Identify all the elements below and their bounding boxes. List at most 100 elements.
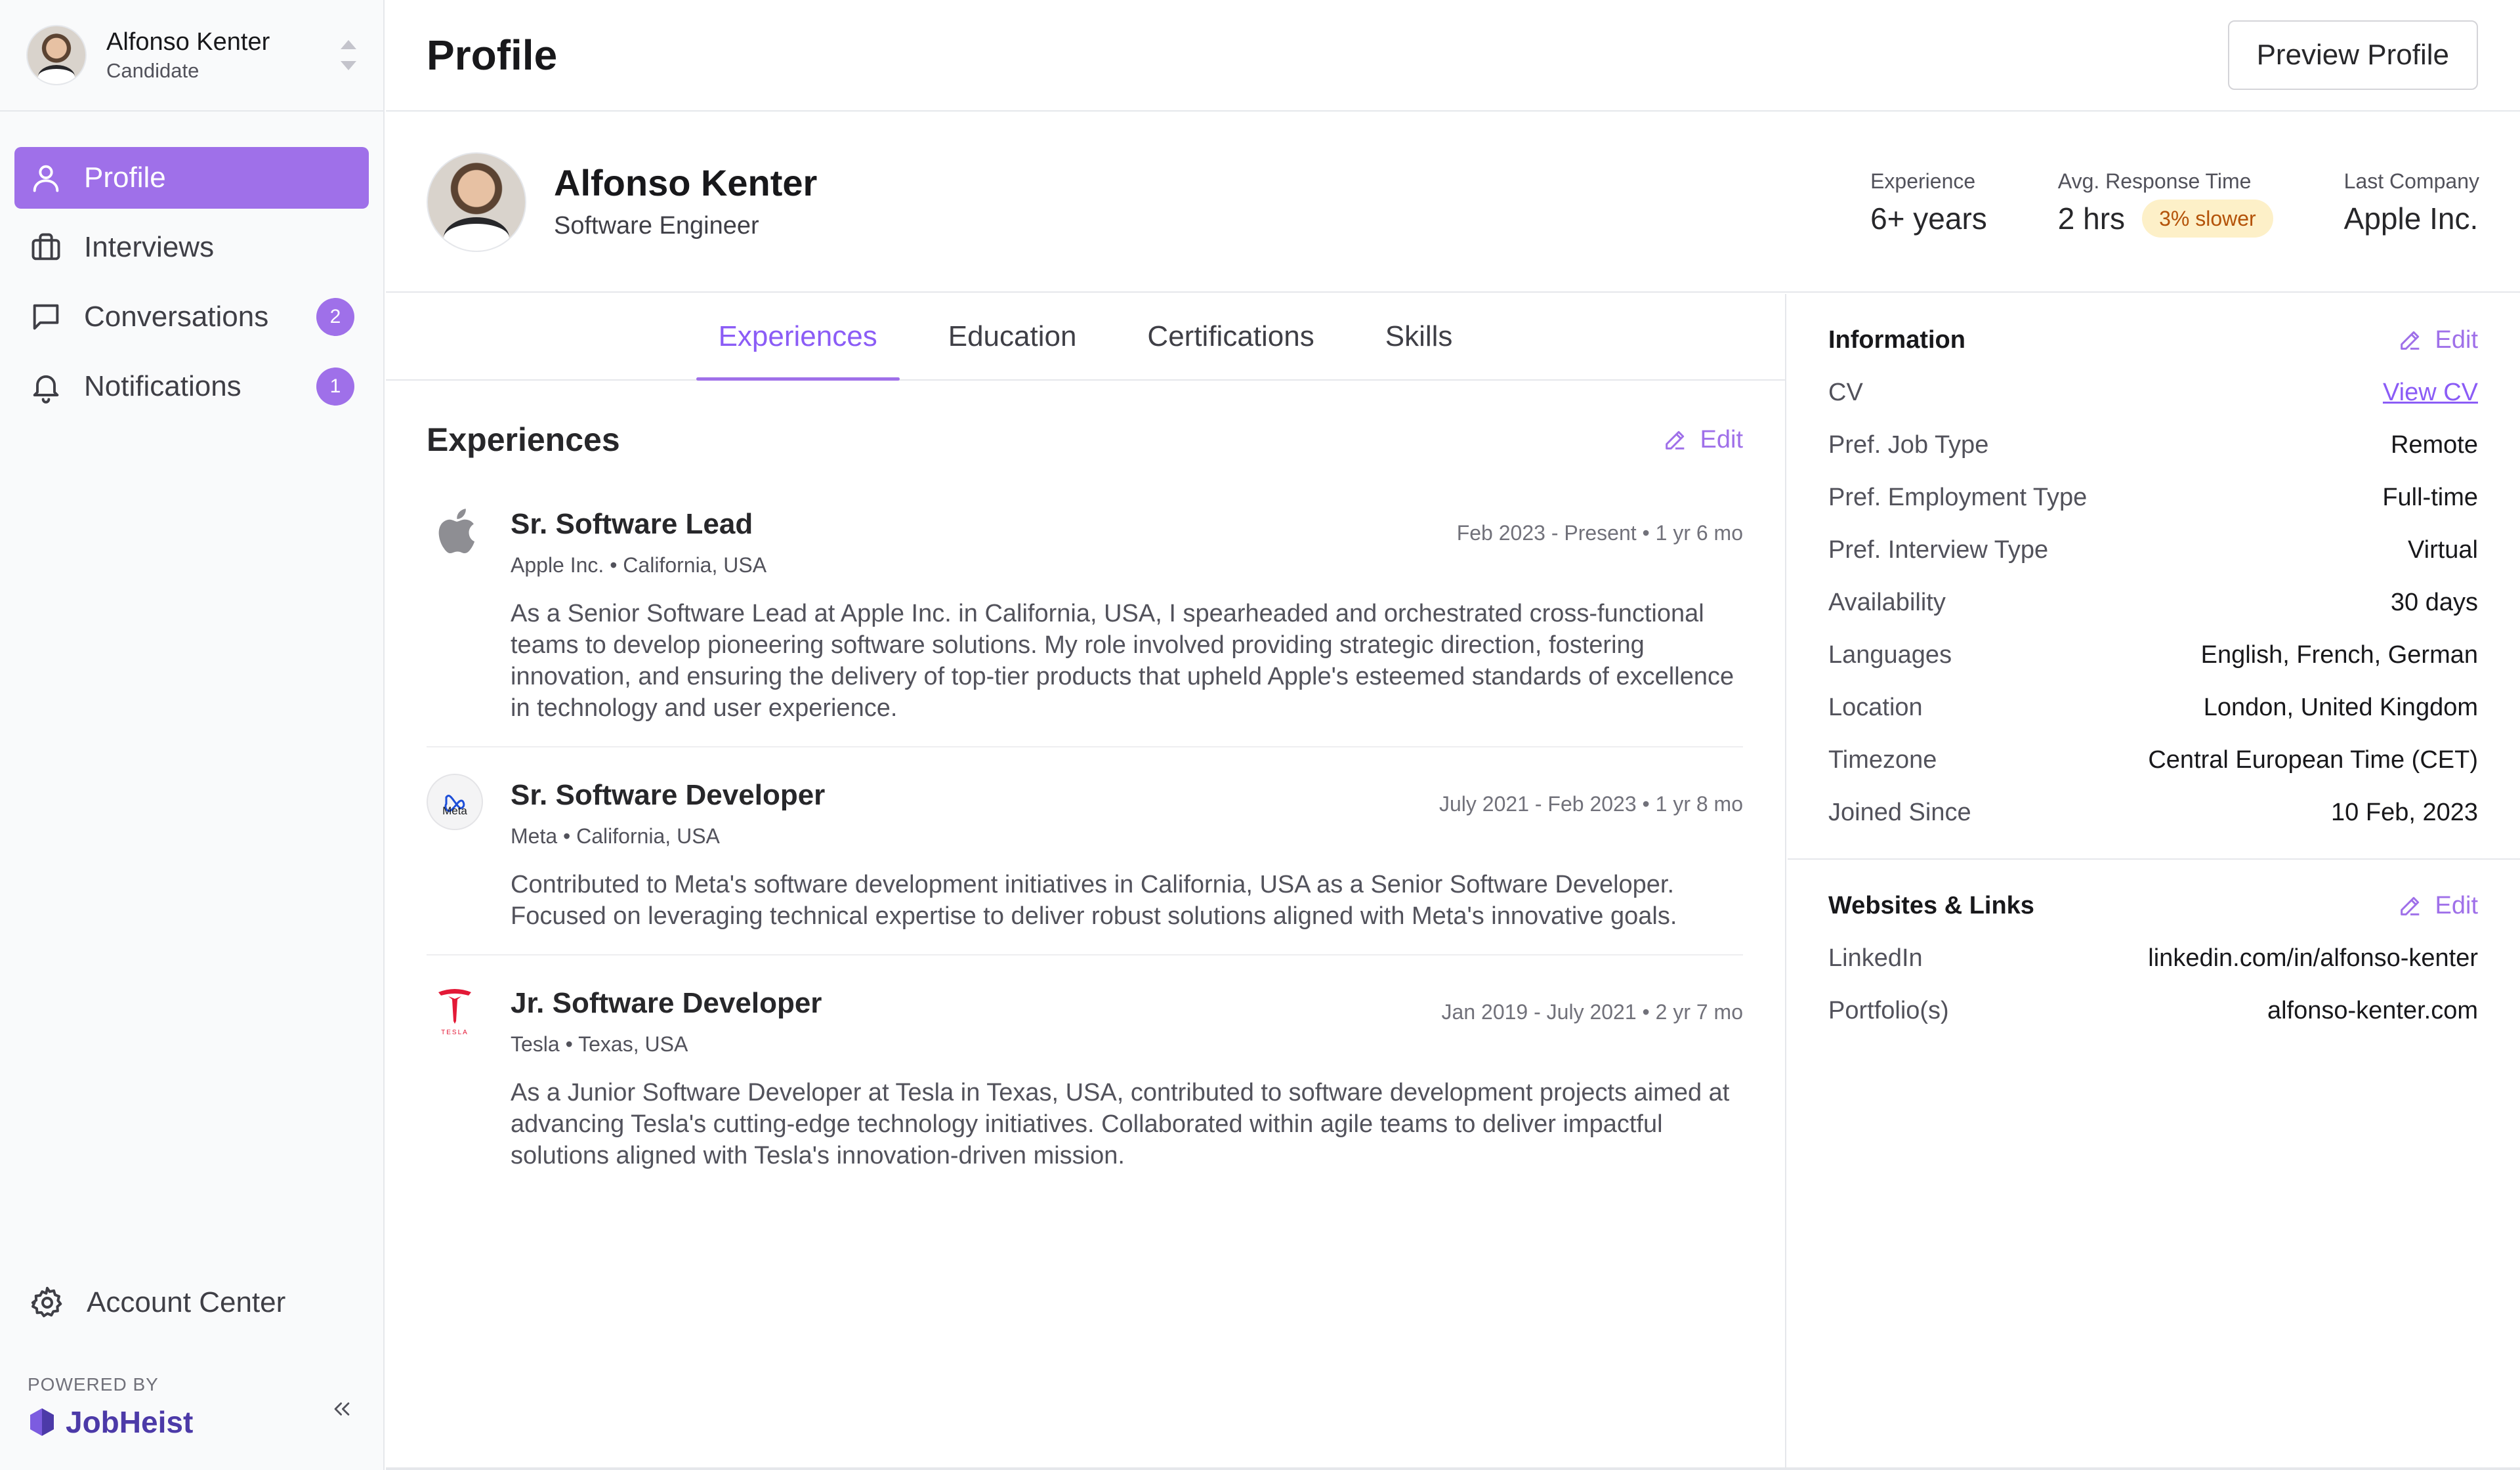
info-row-job-type: Pref. Job Type Remote bbox=[1828, 419, 2478, 471]
edit-label: Edit bbox=[2435, 891, 2478, 919]
info-row-joined: Joined Since 10 Feb, 2023 bbox=[1828, 786, 2478, 839]
experience-description: As a Senior Software Lead at Apple Inc. … bbox=[511, 600, 1734, 722]
bell-icon bbox=[33, 375, 59, 404]
apple-logo-icon bbox=[427, 503, 483, 559]
info-row-portfolio: Portfolio(s) alfonso-kenter.com bbox=[1828, 984, 2478, 1037]
info-value: English, French, German bbox=[2200, 640, 2478, 669]
sidebar-item-notifications[interactable]: Notifications 1 bbox=[14, 356, 369, 417]
experience-role: Sr. Software Lead bbox=[511, 507, 753, 540]
edit-label: Edit bbox=[2435, 326, 2478, 354]
info-key: LinkedIn bbox=[1828, 944, 1923, 972]
profile-header: Alfonso Kenter Software Engineer Experie… bbox=[386, 113, 2520, 293]
avatar bbox=[26, 25, 87, 85]
experience-company: Tesla • Texas, USA bbox=[511, 1032, 688, 1056]
chevron-up-down-icon[interactable] bbox=[340, 40, 357, 70]
info-value: 30 days bbox=[2390, 588, 2478, 616]
stat-last-company: Last Company Apple Inc. bbox=[2344, 165, 2479, 240]
stat-value-text: Apple Inc. bbox=[2343, 201, 2479, 236]
tesla-logo-text: TESLA bbox=[441, 1029, 469, 1036]
edit-information-button[interactable]: Edit bbox=[2397, 326, 2478, 354]
sidebar-item-conversations[interactable]: Conversations 2 bbox=[14, 286, 369, 348]
meta-logo-text: Meta bbox=[442, 805, 467, 817]
info-value: Virtual bbox=[2407, 536, 2478, 564]
tab-experiences[interactable]: Experiences bbox=[696, 294, 900, 381]
page-title: Profile bbox=[427, 32, 558, 79]
page-header: Profile Preview Profile bbox=[386, 0, 2520, 112]
sidebar-item-account-center[interactable]: Account Center bbox=[14, 1272, 369, 1334]
sidebar-item-interviews[interactable]: Interviews bbox=[14, 217, 369, 278]
list-item: Sr. Software Lead Feb 2023 - Present • 1… bbox=[427, 499, 1743, 747]
tab-education[interactable]: Education bbox=[926, 294, 1099, 379]
info-key: Portfolio(s) bbox=[1828, 996, 1949, 1024]
information-section: Information Edit CV View CV Pref. Job Ty… bbox=[1788, 294, 2520, 860]
linkedin-link[interactable]: linkedin.com/in/alfonso-kenter bbox=[2148, 944, 2478, 973]
info-row-interview-type: Pref. Interview Type Virtual bbox=[1828, 524, 2478, 576]
user-switcher[interactable]: Alfonso Kenter Candidate bbox=[0, 0, 383, 112]
preview-profile-button[interactable]: Preview Profile bbox=[2227, 20, 2478, 90]
brand-logo: JobHeist bbox=[28, 1404, 193, 1440]
info-value: 10 Feb, 2023 bbox=[2331, 798, 2478, 826]
info-key: Pref. Employment Type bbox=[1828, 483, 2088, 511]
experience-company: Meta • California, USA bbox=[511, 824, 720, 848]
notifications-badge: 1 bbox=[316, 368, 354, 406]
experience-dates: July 2021 - Feb 2023 • 1 yr 8 mo bbox=[1439, 792, 1743, 816]
info-row-timezone: Timezone Central European Time (CET) bbox=[1828, 734, 2478, 786]
stat-label: Avg. Response Time bbox=[2057, 169, 2252, 193]
info-value: Full-time bbox=[2382, 483, 2478, 511]
experience-role: Jr. Software Developer bbox=[511, 986, 822, 1019]
info-row-location: Location London, United Kingdom bbox=[1828, 681, 2478, 734]
edit-experiences-button[interactable]: Edit bbox=[1662, 426, 1743, 454]
sidebar-item-label: Interviews bbox=[84, 231, 215, 263]
powered-by-label: POWERED BY bbox=[28, 1374, 159, 1395]
stat-label: Experience bbox=[1870, 169, 1976, 193]
info-key: Availability bbox=[1828, 588, 1946, 616]
user-role: Candidate bbox=[106, 59, 200, 82]
stat-value: 6+ years bbox=[1870, 198, 1987, 240]
experience-dates: Jan 2019 - July 2021 • 2 yr 7 mo bbox=[1441, 1000, 1743, 1024]
brand-name: JobHeist bbox=[66, 1405, 194, 1439]
jobheist-logo-icon bbox=[30, 1408, 54, 1436]
view-cv-link[interactable]: View CV bbox=[2383, 379, 2478, 407]
sidebar: Alfonso Kenter Candidate Profile Intervi… bbox=[0, 0, 385, 1470]
stat-response-time: Avg. Response Time 2 hrs 3% slower bbox=[2058, 165, 2273, 240]
conversations-badge: 2 bbox=[316, 298, 354, 336]
info-row-languages: Languages English, French, German bbox=[1828, 629, 2478, 681]
stat-value-text: 2 hrs bbox=[2057, 201, 2126, 236]
stat-value: 2 hrs 3% slower bbox=[2058, 198, 2273, 240]
divider bbox=[386, 1467, 2520, 1470]
edit-label: Edit bbox=[1700, 425, 1743, 453]
info-key: Location bbox=[1828, 693, 1923, 721]
info-key: Joined Since bbox=[1828, 798, 1971, 826]
tab-skills[interactable]: Skills bbox=[1363, 294, 1475, 379]
section-title: Experiences bbox=[427, 421, 620, 458]
sidebar-item-label: Notifications bbox=[84, 370, 242, 402]
info-row-cv: CV View CV bbox=[1828, 366, 2478, 419]
tab-certifications[interactable]: Certifications bbox=[1125, 294, 1336, 379]
experience-description: Contributed to Meta's software developme… bbox=[511, 871, 1677, 930]
collapse-sidebar-button[interactable] bbox=[324, 1391, 360, 1427]
profile-stats: Experience 6+ years Avg. Response Time 2… bbox=[1799, 165, 2479, 240]
sidebar-item-profile[interactable]: Profile bbox=[14, 147, 369, 209]
meta-logo-icon: Meta bbox=[427, 774, 483, 830]
info-row-linkedin: LinkedIn linkedin.com/in/alfonso-kenter bbox=[1828, 932, 2478, 984]
stat-value: Apple Inc. bbox=[2344, 198, 2479, 240]
info-key: Languages bbox=[1828, 640, 1952, 669]
info-row-availability: Availability 30 days bbox=[1828, 576, 2478, 629]
info-value: London, United Kingdom bbox=[2203, 693, 2478, 721]
experience-role: Sr. Software Developer bbox=[511, 778, 826, 811]
experience-dates: Feb 2023 - Present • 1 yr 6 mo bbox=[1456, 521, 1743, 545]
portfolio-link[interactable]: alfonso-kenter.com bbox=[2267, 997, 2478, 1025]
info-key: Pref. Job Type bbox=[1828, 430, 1989, 459]
experience-company: Apple Inc. • California, USA bbox=[511, 553, 767, 577]
profile-avatar bbox=[427, 152, 526, 252]
tesla-logo-icon: TESLA bbox=[427, 982, 483, 1038]
edit-links-button[interactable]: Edit bbox=[2397, 892, 2478, 920]
user-name: Alfonso Kenter bbox=[106, 28, 270, 56]
account-center-label: Account Center bbox=[87, 1286, 286, 1318]
stat-experience: Experience 6+ years bbox=[1870, 165, 1987, 240]
section-title: Information bbox=[1828, 326, 1965, 354]
profile-name: Alfonso Kenter bbox=[554, 162, 818, 203]
experience-description: As a Junior Software Developer at Tesla … bbox=[511, 1079, 1730, 1169]
info-panel: Information Edit CV View CV Pref. Job Ty… bbox=[1788, 294, 2520, 1470]
stat-label: Last Company bbox=[2343, 169, 2479, 193]
